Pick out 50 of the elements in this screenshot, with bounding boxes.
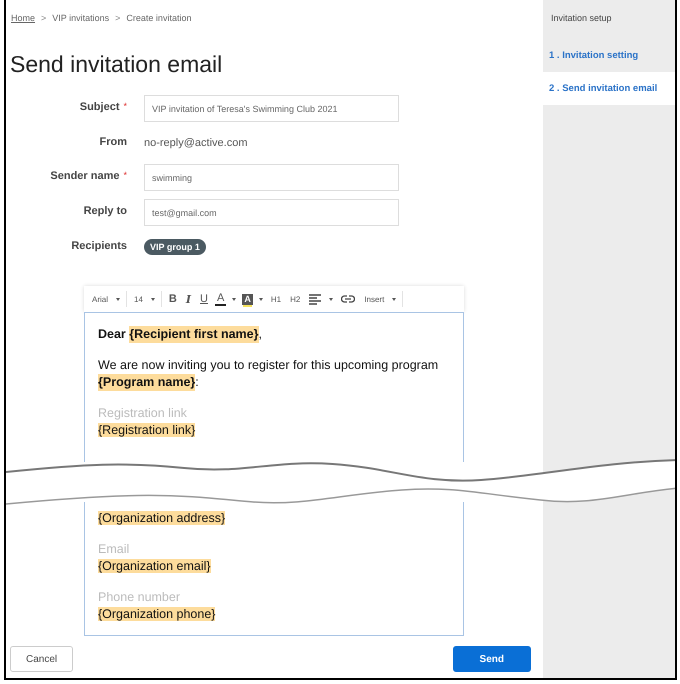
step-item[interactable]: 1 . Invitation setting: [543, 39, 675, 72]
merge-tag: {Organization address}: [98, 511, 226, 525]
toolbar-button[interactable]: Arial: [90, 291, 110, 307]
breadcrumb-item: VIP invitations: [52, 13, 110, 23]
bold-button[interactable]: B: [166, 291, 179, 307]
underline-button[interactable]: U: [198, 291, 210, 307]
recipient-tag: VIP group 1: [144, 239, 206, 255]
paragraph-text: We are now inviting you to register for this upcoming program: [98, 357, 440, 374]
text-color-button[interactable]: A: [214, 292, 226, 306]
toolbar-button[interactable]: H1: [268, 291, 284, 307]
toolbar-button[interactable]: 14: [132, 291, 145, 307]
toolbar-button[interactable]: Insert: [362, 291, 386, 307]
breadcrumb-separator: >: [115, 13, 120, 23]
italic-button[interactable]: I: [184, 291, 194, 307]
sidebar-heading: Invitation setup: [550, 12, 613, 25]
breadcrumb-separator: >: [41, 13, 46, 23]
email-editor[interactable]: {Organization address} Email {Organization email} Phone number {Organization phone}: [84, 502, 464, 636]
field-label: Reply to: [84, 205, 127, 217]
field-label: From: [100, 136, 127, 148]
required-mark: *: [123, 101, 127, 111]
merge-tag: {Recipient first name}: [129, 326, 258, 343]
link-icon: [341, 295, 356, 303]
highlight-button[interactable]: A: [242, 294, 253, 304]
send-button[interactable]: Send: [452, 646, 531, 672]
field-caption: Phone number: [98, 589, 182, 606]
cancel-button[interactable]: Cancel: [10, 646, 74, 672]
align-icon: [309, 294, 322, 304]
step-item[interactable]: 2 . Send invitation email: [543, 72, 675, 105]
merge-tag: {Organization email}: [98, 559, 211, 573]
field-caption: Registration link: [98, 405, 188, 422]
field-caption: Email: [98, 541, 130, 558]
merge-tag: {Registration link}: [98, 423, 196, 437]
merge-tag: {Program name}: [98, 374, 196, 391]
field-label: Sender name: [50, 170, 120, 182]
field-value: no-reply@active.com: [144, 137, 248, 149]
input-field[interactable]: test@gmail.com: [144, 199, 399, 226]
toolbar-button[interactable]: H2: [288, 291, 302, 307]
breadcrumb-link[interactable]: Home: [11, 13, 36, 23]
input-field[interactable]: swimming: [144, 164, 399, 191]
merge-tag: {Organization phone}: [98, 607, 216, 621]
paragraph-text: Dear: [98, 326, 127, 343]
required-mark: *: [123, 170, 127, 180]
paragraph-text: ,: [258, 326, 262, 343]
field-label: Subject: [80, 101, 120, 113]
input-field[interactable]: VIP invitation of Teresa's Swimming Club 2021: [144, 95, 399, 122]
paragraph-text: :: [195, 374, 199, 391]
page-title: Send invitation email: [10, 51, 224, 78]
email-editor[interactable]: Dear {Recipient first name}, We are now inviting you to register for this upcoming program {Program name}: Registration link {Registration link}: [84, 312, 464, 462]
breadcrumb-item: Create invitation: [126, 13, 192, 23]
field-label: Recipients: [71, 240, 127, 252]
